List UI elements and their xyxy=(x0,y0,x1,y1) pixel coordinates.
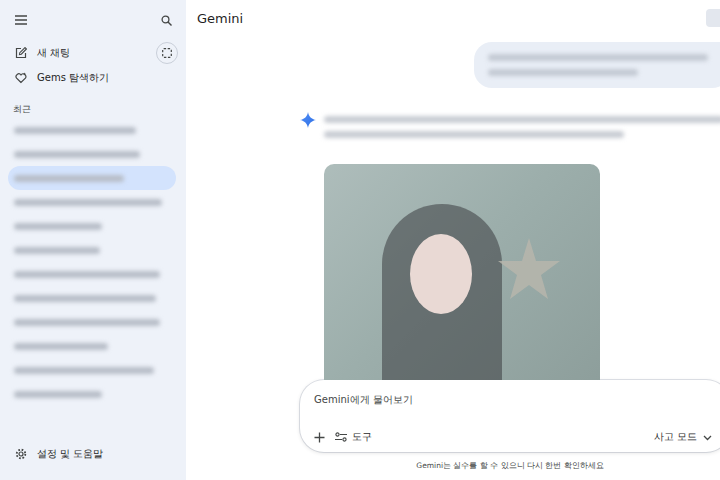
sidebar-spacer xyxy=(0,406,186,441)
app-title: Gemini xyxy=(197,11,706,26)
prompt-input[interactable] xyxy=(314,390,716,409)
recent-list xyxy=(0,118,186,406)
header: Gemini xyxy=(186,0,720,36)
blurred-title xyxy=(14,151,140,158)
conversation xyxy=(186,36,720,380)
blurred-title xyxy=(14,391,102,398)
gear-icon xyxy=(13,446,29,462)
recent-chat-item[interactable] xyxy=(8,118,176,142)
prompt-toolbar: 도구 사고 모드 xyxy=(314,431,716,444)
blurred-text xyxy=(488,54,708,61)
blurred-text xyxy=(488,69,638,76)
chevron-down-icon xyxy=(703,432,712,443)
recent-chat-item[interactable] xyxy=(8,166,176,190)
user-message xyxy=(474,42,720,88)
sidebar: 새 채팅 Gems 탐색하기최근설정 및 도움말 xyxy=(0,0,186,480)
account-button[interactable] xyxy=(706,9,720,27)
edit-icon xyxy=(13,45,29,61)
response-row xyxy=(186,112,720,380)
recent-chat-item[interactable] xyxy=(8,190,176,214)
user-message-row xyxy=(186,42,720,88)
recent-chat-item[interactable] xyxy=(8,238,176,262)
recent-chat-item[interactable] xyxy=(8,382,176,406)
blurred-title xyxy=(14,319,160,326)
gemini-sparkle-icon xyxy=(300,112,316,128)
settings-item[interactable]: 설정 및 도움말 xyxy=(0,441,186,480)
blurred-title xyxy=(14,199,162,206)
recent-chat-item[interactable] xyxy=(8,214,176,238)
composer-area: 도구 사고 모드 Gemini는 실수를 할 수 있으니 다시 한번 확인하세요 xyxy=(186,380,720,480)
disclaimer: Gemini는 실수를 할 수 있으니 다시 한번 확인하세요 xyxy=(300,452,720,480)
blurred-text xyxy=(324,131,624,138)
blurred-title xyxy=(14,295,156,302)
menu-icon[interactable] xyxy=(13,12,29,28)
photo-content xyxy=(494,234,564,304)
tools-button[interactable]: 도구 xyxy=(335,431,372,444)
main-panel: Gemini 도구 사고 모드 Gemini는 실수를 할 수 있으니 다시 한번 확… xyxy=(186,0,720,480)
explore-gems-label[interactable]: Gems 탐색하기 xyxy=(37,71,176,85)
plus-icon[interactable] xyxy=(314,432,325,443)
mode-label[interactable]: 사고 모드 xyxy=(654,431,697,444)
dashed-square-icon xyxy=(159,45,175,61)
blurred-response-text xyxy=(324,112,720,138)
explore-gems-item[interactable]: Gems 탐색하기 xyxy=(0,65,186,90)
recent-chat-item[interactable] xyxy=(8,262,176,286)
settings-label[interactable]: 설정 및 도움말 xyxy=(37,447,176,461)
blurred-title xyxy=(14,127,136,134)
tools-icon xyxy=(335,432,347,444)
recent-heading: 최근 xyxy=(0,90,186,118)
recent-chat-item[interactable] xyxy=(8,310,176,334)
recent-chat-item[interactable] xyxy=(8,358,176,382)
mode-selector[interactable]: 사고 모드 xyxy=(654,431,716,444)
tools-label[interactable]: 도구 xyxy=(352,431,372,444)
blurred-title xyxy=(14,343,108,350)
prompt-box: 도구 사고 모드 xyxy=(300,380,720,452)
generated-image[interactable] xyxy=(324,164,600,380)
blurred-title xyxy=(14,367,154,374)
blurred-title xyxy=(14,223,102,230)
photo-content xyxy=(410,234,472,314)
recent-chat-item[interactable] xyxy=(8,142,176,166)
blurred-title xyxy=(14,175,124,182)
blurred-title xyxy=(14,271,160,278)
search-icon[interactable] xyxy=(158,12,174,28)
recent-chat-item[interactable] xyxy=(8,334,176,358)
sidebar-top-bar xyxy=(0,0,186,40)
gem-icon xyxy=(13,70,29,86)
new-chat-item[interactable]: 새 채팅 xyxy=(0,40,186,65)
temporary-chat-button[interactable] xyxy=(156,42,178,64)
recent-chat-item[interactable] xyxy=(8,286,176,310)
blurred-text xyxy=(324,116,720,123)
new-chat-label[interactable]: 새 채팅 xyxy=(37,46,148,60)
response xyxy=(324,112,720,380)
blurred-title xyxy=(14,247,100,254)
